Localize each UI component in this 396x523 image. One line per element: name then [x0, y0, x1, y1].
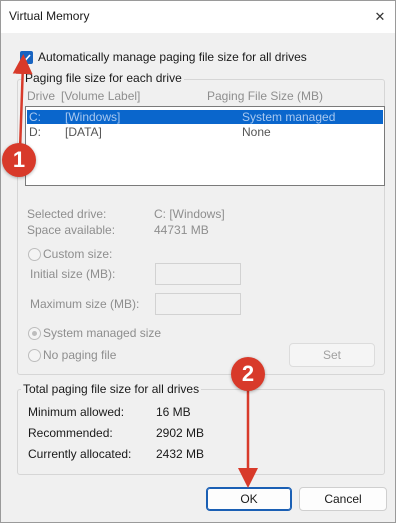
minimum-allowed-value: 16 MB [156, 405, 191, 419]
drive-paging-size: None [242, 125, 271, 139]
drive-letter: D: [29, 125, 41, 139]
cancel-button[interactable]: Cancel [299, 487, 387, 511]
step-1-badge: 1 [2, 143, 36, 177]
currently-allocated-value: 2432 MB [156, 447, 205, 461]
col-drive: Drive [27, 89, 56, 103]
recommended-label: Recommended: [28, 426, 113, 440]
initial-size-label: Initial size (MB): [30, 267, 116, 281]
drive-volume: [DATA] [65, 125, 102, 139]
custom-size-label: Custom size: [43, 247, 113, 261]
no-paging-label: No paging file [43, 348, 117, 362]
col-volume-label: [Volume Label] [61, 89, 141, 103]
system-managed-radio[interactable] [28, 327, 41, 340]
drive-row[interactable]: D: [DATA] None [27, 125, 383, 139]
auto-manage-checkbox[interactable] [20, 51, 33, 64]
initial-size-input[interactable] [155, 263, 241, 285]
maximum-size-label: Maximum size (MB): [30, 297, 140, 311]
drive-list[interactable]: C: [Windows] System managed D: [DATA] No… [25, 106, 385, 186]
custom-size-radio[interactable] [28, 248, 41, 261]
system-managed-label: System managed size [43, 326, 162, 340]
recommended-value: 2902 MB [156, 426, 205, 440]
selected-drive-value: C: [Windows] [154, 207, 225, 221]
drive-row[interactable]: C: [Windows] System managed [27, 110, 383, 124]
title-bar: Virtual Memory ✕ [1, 1, 395, 33]
space-available-value: 44731 MB [154, 223, 209, 237]
drive-letter: C: [29, 110, 41, 124]
ok-button[interactable]: OK [206, 487, 292, 511]
paging-group-legend: Paging file size for each drive [23, 71, 184, 85]
window-title: Virtual Memory [9, 9, 90, 23]
step-2-badge: 2 [231, 357, 265, 391]
checkmark-icon [22, 54, 31, 62]
drive-paging-size: System managed [242, 110, 336, 124]
virtual-memory-dialog: Virtual Memory ✕ Automatically manage pa… [0, 0, 396, 523]
minimum-allowed-label: Minimum allowed: [28, 405, 125, 419]
radio-selected-dot [32, 331, 37, 336]
set-button[interactable]: Set [289, 343, 375, 367]
totals-group-legend: Total paging file size for all drives [21, 382, 202, 396]
currently-allocated-label: Currently allocated: [28, 447, 132, 461]
drive-volume: [Windows] [65, 110, 121, 124]
no-paging-radio[interactable] [28, 349, 41, 362]
close-icon: ✕ [374, 9, 386, 24]
space-available-label: Space available: [27, 223, 116, 237]
auto-manage-label: Automatically manage paging file size fo… [38, 50, 307, 64]
close-button[interactable]: ✕ [367, 5, 393, 29]
col-paging-size: Paging File Size (MB) [207, 89, 324, 103]
selected-drive-label: Selected drive: [27, 207, 107, 221]
maximum-size-input[interactable] [155, 293, 241, 315]
